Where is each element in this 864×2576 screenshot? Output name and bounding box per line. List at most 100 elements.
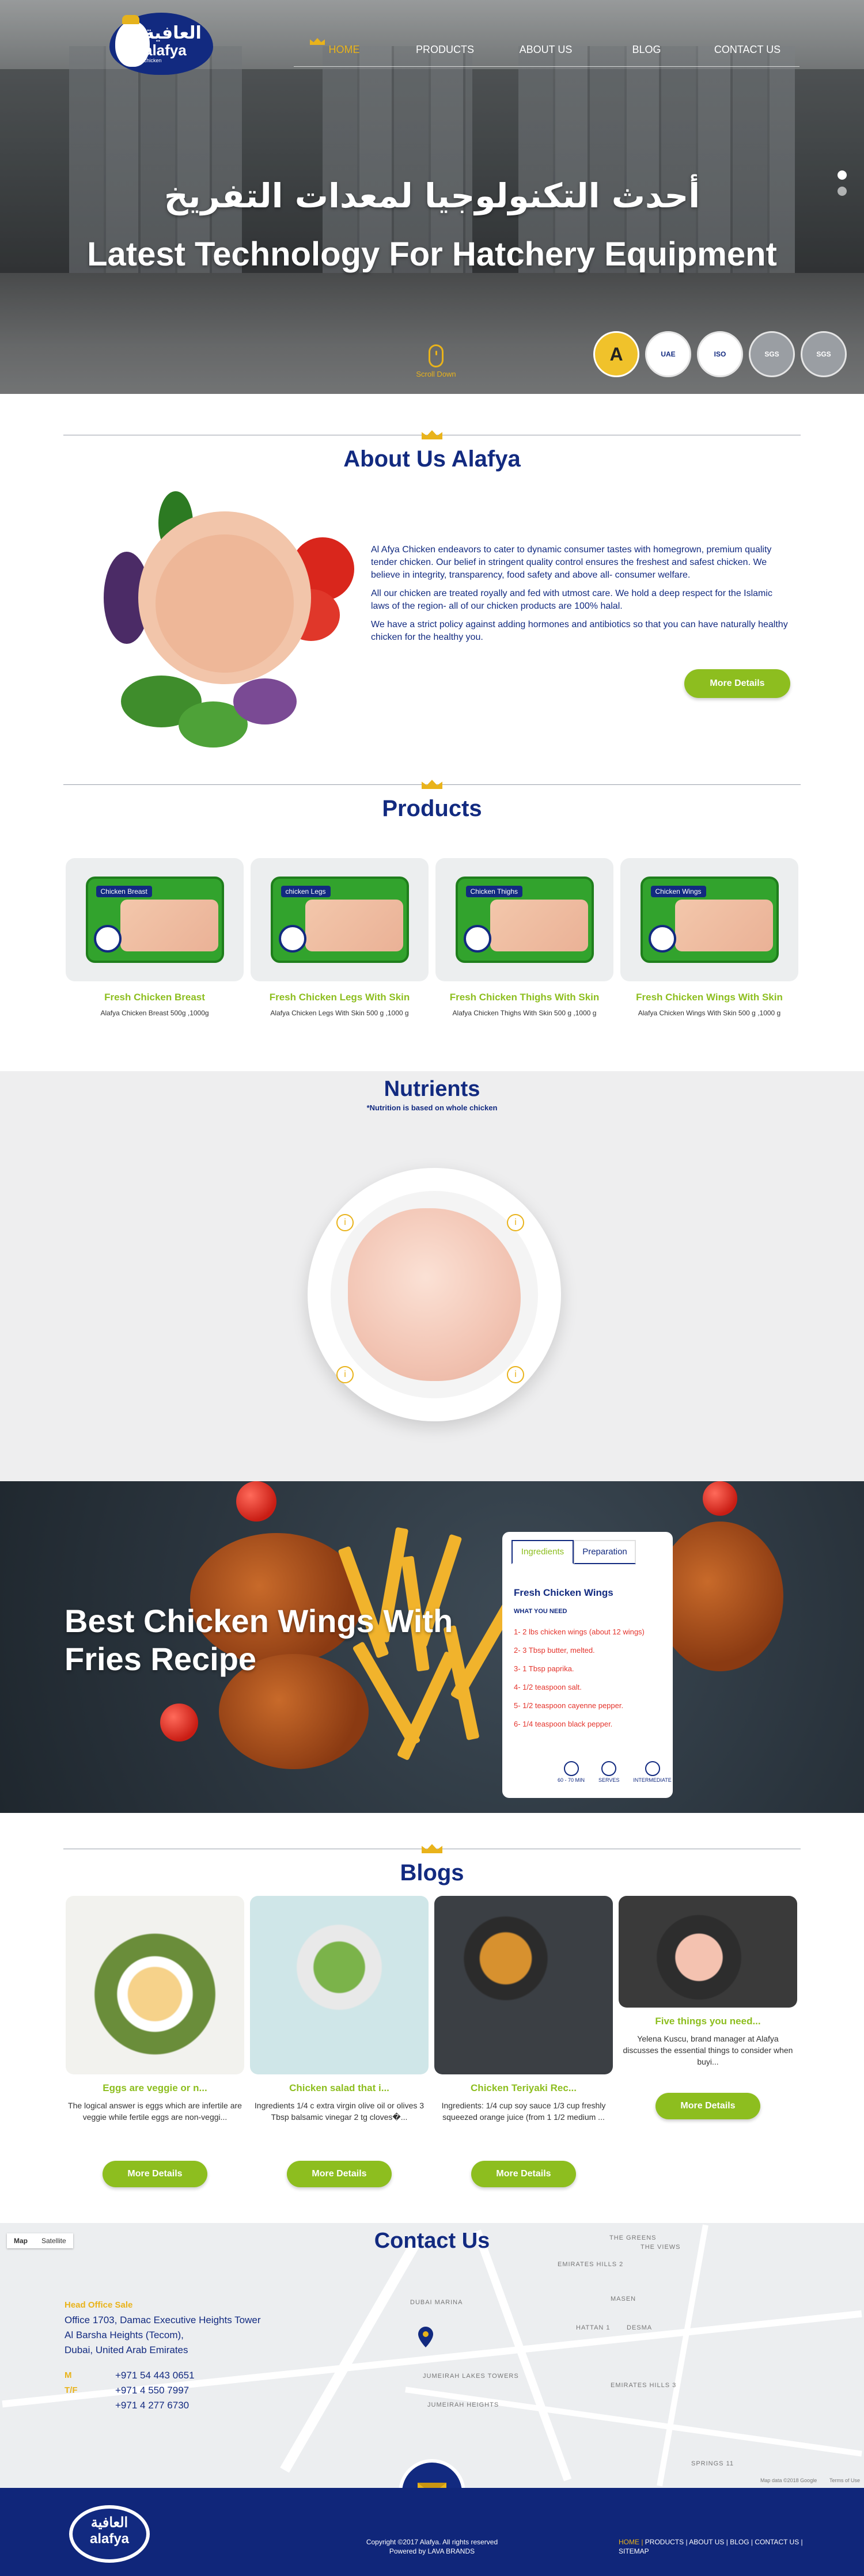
blog-desc: Ingredients: 1/4 cup soy sauce 1/3 cup f… xyxy=(441,2101,606,2122)
phone-numbers: +971 54 443 0651 +971 4 550 7997 +971 4 … xyxy=(115,2368,195,2413)
list-item: 1- 2 lbs chicken wings (about 12 wings) xyxy=(514,1627,645,1636)
product-card[interactable]: Chicken Breast Fresh Chicken Breast Alaf… xyxy=(66,858,244,1017)
list-item: 4- 1/2 teaspoon salt. xyxy=(514,1683,582,1691)
blog-more-details-button[interactable]: More Details xyxy=(287,2161,392,2187)
phone-labels: M T/F xyxy=(65,2370,78,2395)
product-name[interactable]: Fresh Chicken Breast xyxy=(66,992,244,1003)
blog-card[interactable]: Chicken Teriyaki Rec... Ingredients: 1/4… xyxy=(434,1896,613,2187)
map-pin-icon[interactable] xyxy=(418,2327,433,2347)
recipe-title: Best Chicken Wings With Fries Recipe xyxy=(65,1603,453,1677)
list-item: 2- 3 Tbsp butter, melted. xyxy=(514,1646,595,1655)
about-text: Al Afya Chicken endeavors to cater to dy… xyxy=(371,544,791,650)
recipe-card-title: Fresh Chicken Wings xyxy=(514,1587,613,1598)
logo-sub: chicken xyxy=(144,58,162,63)
list-item: 6- 1/4 teaspoon black pepper. xyxy=(514,1720,613,1728)
scroll-down[interactable]: Scroll Down xyxy=(410,344,462,378)
about-heading: About Us Alafya xyxy=(343,446,521,472)
blog-card[interactable]: Chicken salad that i... Ingredients 1/4 … xyxy=(250,1896,429,2187)
blog-card[interactable]: Five things you need... Yelena Kuscu, br… xyxy=(619,1896,797,2123)
footer-link-products[interactable]: PRODUCTS | xyxy=(645,2538,688,2546)
blog-title[interactable]: Five things you need... xyxy=(619,2016,797,2027)
product-card[interactable]: Chicken Thighs Fresh Chicken Thighs With… xyxy=(435,858,613,1017)
product-name[interactable]: Fresh Chicken Legs With Skin xyxy=(251,992,429,1003)
hero-section: العافية alafya chicken HOME PRODUCTS ABO… xyxy=(0,0,864,394)
nav-contact[interactable]: CONTACT US xyxy=(697,44,798,56)
info-pin-icon[interactable]: i xyxy=(336,1366,354,1383)
about-heading-block: About Us Alafya xyxy=(63,430,801,472)
hero-title-arabic: أحدث التكنولوجيا لمعدات التفريخ xyxy=(164,176,700,215)
phone-link[interactable]: +971 4 550 7997 xyxy=(115,2383,195,2398)
blog-desc: Yelena Kuscu, brand manager at Alafya di… xyxy=(623,2034,793,2066)
main-nav: HOME PRODUCTS ABOUT US BLOG CONTACT US xyxy=(294,38,799,67)
products-heading-block: Products xyxy=(63,780,801,822)
info-pin-icon[interactable]: i xyxy=(507,1214,524,1231)
alafya-logo-icon xyxy=(648,925,676,953)
nav-products[interactable]: PRODUCTS xyxy=(395,44,495,56)
product-pack-image: Chicken Breast xyxy=(85,877,224,963)
logo-name: alafya xyxy=(144,41,187,59)
blog-desc: The logical answer is eggs which are inf… xyxy=(68,2101,242,2122)
product-name[interactable]: Fresh Chicken Wings With Skin xyxy=(620,992,798,1003)
product-pack-image: Chicken Wings xyxy=(640,877,779,963)
mouse-icon xyxy=(429,344,444,367)
blog-card[interactable]: Eggs are veggie or n... The logical answ… xyxy=(66,1896,244,2187)
footer-link-sitemap[interactable]: SITEMAP xyxy=(619,2547,649,2555)
nutrients-heading: Nutrients xyxy=(384,1077,480,1101)
iso-badge: ISO xyxy=(697,331,743,377)
phone-link[interactable]: +971 4 277 6730 xyxy=(115,2398,195,2413)
product-desc: Alafya Chicken Thighs With Skin 500 g ,1… xyxy=(452,1009,597,1017)
about-paragraph-3: We have a strict policy against adding h… xyxy=(371,620,788,642)
product-card[interactable]: chicken Legs Fresh Chicken Legs With Ski… xyxy=(251,858,429,1017)
phone-link[interactable]: +971 54 443 0651 xyxy=(115,2368,195,2383)
recipe-meta-icons: 60 - 70 MIN SERVES INTERMEDIATE xyxy=(558,1761,672,1783)
crown-icon xyxy=(422,430,442,439)
product-desc: Alafya Chicken Wings With Skin 500 g ,10… xyxy=(638,1009,781,1017)
product-name[interactable]: Fresh Chicken Thighs With Skin xyxy=(435,992,613,1003)
brand-logo[interactable]: العافية alafya chicken xyxy=(109,13,213,75)
product-desc: Alafya Chicken Legs With Skin 500 g ,100… xyxy=(270,1009,409,1017)
grade-a-badge: A xyxy=(593,331,639,377)
sgs-badge-2: SGS xyxy=(801,331,847,377)
blog-title[interactable]: Eggs are veggie or n... xyxy=(66,2082,244,2094)
info-pin-icon[interactable]: i xyxy=(507,1366,524,1383)
blog-title[interactable]: Chicken Teriyaki Rec... xyxy=(434,2082,613,2094)
raw-chicken-breast-image xyxy=(619,1896,797,2008)
tab-preparation[interactable]: Preparation xyxy=(574,1540,636,1564)
footer-link-home[interactable]: HOME | xyxy=(619,2538,643,2546)
nutrients-section: Nutrients *Nutrition is based on whole c… xyxy=(0,1071,864,1481)
list-item: 3- 1 Tbsp paprika. xyxy=(514,1664,574,1673)
product-card[interactable]: Chicken Wings Fresh Chicken Wings With S… xyxy=(620,858,798,1017)
nav-about[interactable]: ABOUT US xyxy=(495,44,596,56)
comb-icon xyxy=(122,15,139,24)
products-list: Chicken Breast Fresh Chicken Breast Alaf… xyxy=(66,858,798,1017)
contact-map[interactable]: THE GREENS THE VIEWS EMIRATES HILLS 2 DU… xyxy=(0,2223,864,2488)
footer-link-blog[interactable]: BLOG | xyxy=(730,2538,753,2546)
timer-icon xyxy=(563,1761,579,1776)
recipe-card: Ingredients Preparation Fresh Chicken Wi… xyxy=(502,1532,673,1798)
blog-more-details-button[interactable]: More Details xyxy=(655,2093,760,2119)
about-more-details-button[interactable]: More Details xyxy=(684,669,790,698)
salad-image xyxy=(250,1896,429,2074)
blog-more-details-button[interactable]: More Details xyxy=(471,2161,576,2187)
footer-link-about[interactable]: ABOUT US | xyxy=(689,2538,728,2546)
crown-icon xyxy=(422,780,442,789)
nav-home[interactable]: HOME xyxy=(294,44,395,56)
serves-icon xyxy=(601,1761,617,1776)
blog-desc: Ingredients 1/4 c extra virgin olive oil… xyxy=(254,2101,425,2122)
certification-badges: A UAE ISO SGS SGS xyxy=(593,331,847,377)
footer-link-contact[interactable]: CONTACT US | xyxy=(755,2538,802,2546)
sgs-badge-1: SGS xyxy=(749,331,795,377)
blog-title[interactable]: Chicken salad that i... xyxy=(250,2082,429,2094)
tomato-image xyxy=(236,1481,276,1522)
nav-blog[interactable]: BLOG xyxy=(596,44,697,56)
about-paragraph-1: Al Afya Chicken endeavors to cater to dy… xyxy=(371,545,772,580)
footer: العافية alafya Copyright ©2017 Alafya. A… xyxy=(0,2488,864,2576)
hero-title: Latest Technology For Hatchery Equipment xyxy=(87,236,777,273)
blog-more-details-button[interactable]: More Details xyxy=(103,2161,207,2187)
chicken-wing-image xyxy=(657,1522,783,1671)
difficulty-icon xyxy=(645,1761,660,1776)
blogs-heading: Blogs xyxy=(400,1860,464,1885)
uae-badge: UAE xyxy=(645,331,691,377)
tab-ingredients[interactable]: Ingredients xyxy=(511,1540,574,1564)
info-pin-icon[interactable]: i xyxy=(336,1214,354,1231)
